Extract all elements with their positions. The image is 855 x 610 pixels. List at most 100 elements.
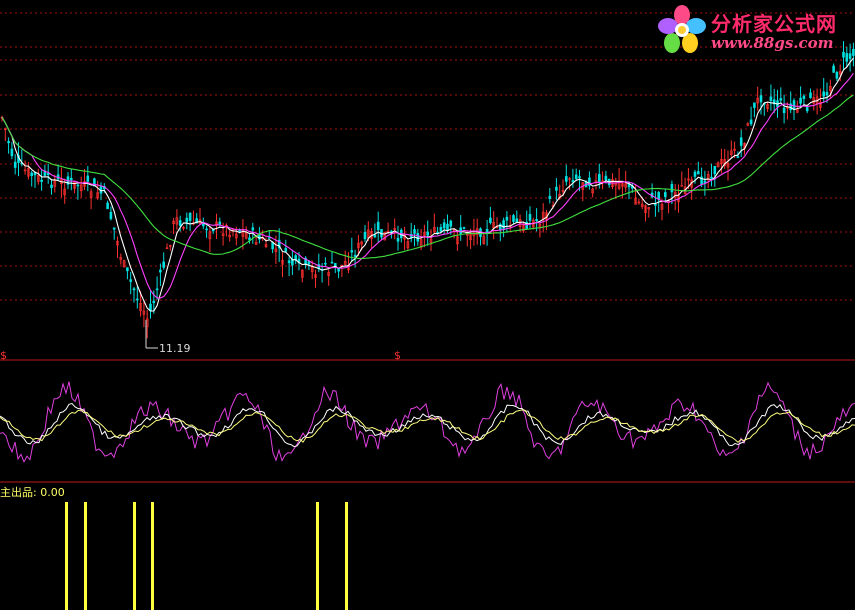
candle-body — [426, 231, 430, 236]
signal-bar — [133, 502, 136, 610]
candle-body — [548, 195, 552, 199]
candle-body — [330, 261, 334, 264]
candle-body — [30, 172, 34, 176]
candle-body — [680, 185, 684, 187]
candle-body — [713, 165, 717, 175]
signal-bar — [345, 502, 348, 610]
candle-body — [109, 211, 113, 220]
oscillator-panel — [0, 381, 855, 463]
candle-body — [759, 95, 763, 103]
oscillator-line — [0, 409, 855, 443]
candle-body — [50, 184, 53, 189]
signal-label: 主出品: 0.00 — [0, 486, 65, 499]
candle-body — [574, 174, 578, 180]
candle-body — [7, 141, 10, 144]
signal-bar — [84, 502, 87, 610]
candle-body — [835, 72, 839, 79]
signal-bar — [65, 502, 68, 610]
candle-body — [597, 174, 601, 182]
candle-body — [162, 261, 165, 268]
candle-body — [396, 237, 400, 242]
candle-body — [185, 217, 189, 223]
candle-body — [442, 222, 446, 229]
candle-body — [218, 221, 222, 225]
logo-title: 分析家公式网 — [711, 12, 837, 36]
signal-bar — [151, 502, 154, 610]
signal-bar — [316, 502, 319, 610]
logo-url: www.88gs.com — [711, 34, 834, 52]
candle-body — [294, 255, 298, 260]
candle-body — [825, 92, 829, 96]
candle-body — [126, 267, 129, 272]
candle-body — [132, 288, 136, 291]
candle-body — [555, 186, 558, 191]
candle-body — [46, 172, 50, 175]
candle-body — [462, 227, 466, 229]
candle-body — [40, 179, 43, 182]
candle-body — [564, 176, 568, 182]
candle-body — [769, 96, 773, 101]
signal-bars — [65, 502, 348, 610]
candle-body — [779, 98, 783, 101]
dollar-marker: $ — [394, 349, 401, 362]
candle-body — [70, 177, 73, 181]
candle-body — [251, 227, 255, 231]
candle-body — [528, 214, 532, 221]
chart-canvas — [0, 12, 855, 610]
candle-body — [446, 223, 449, 231]
candle-body — [159, 269, 162, 273]
candle-body — [152, 300, 156, 304]
candle-body — [663, 192, 667, 198]
candle-body — [710, 176, 713, 179]
candle-body — [792, 100, 796, 109]
candle-body — [782, 107, 786, 114]
candle-body — [604, 175, 608, 181]
candle-body — [693, 171, 697, 177]
candle-body — [753, 102, 756, 108]
oscillator-line — [0, 381, 855, 463]
candle-body — [657, 192, 661, 200]
candle-body — [459, 227, 463, 234]
candle-body — [515, 218, 519, 223]
candle-body — [413, 229, 416, 234]
candle-body — [155, 288, 159, 291]
candle-body — [736, 156, 740, 158]
candle-body — [670, 183, 674, 193]
candle-body — [376, 221, 380, 231]
candle-body — [799, 97, 802, 104]
moving-average-lines — [1, 57, 854, 312]
candle-body — [136, 298, 139, 301]
candlestick-series — [0, 41, 855, 349]
candle-body — [106, 202, 109, 210]
candle-body — [809, 92, 812, 99]
candle-body — [86, 175, 90, 182]
candle-body — [832, 65, 835, 73]
candle-body — [284, 248, 288, 252]
candle-body — [353, 254, 357, 257]
candle-body — [363, 231, 367, 240]
candle-body — [129, 279, 132, 282]
candle-body — [178, 220, 182, 226]
candle-body — [571, 180, 575, 183]
candle-body — [188, 212, 192, 221]
candle-body — [749, 119, 753, 125]
candle-body — [449, 220, 453, 227]
candle-body — [10, 148, 14, 157]
candle-body — [373, 234, 377, 238]
candle-body — [76, 184, 80, 187]
candle-body — [416, 233, 420, 242]
candle-body — [267, 237, 271, 239]
moving-average-line — [1, 57, 854, 312]
candle-body — [205, 228, 208, 231]
flower-logo-icon — [658, 5, 706, 53]
candle-body — [287, 260, 291, 264]
candle-body — [696, 171, 700, 175]
site-logo: 分析家公式网 www.88gs.com — [655, 2, 855, 58]
candle-body — [739, 137, 743, 146]
candle-body — [578, 176, 581, 179]
candle-body — [505, 216, 509, 221]
candle-body — [535, 219, 538, 222]
candle-body — [13, 161, 17, 168]
candle-body — [805, 107, 809, 112]
candle-body — [654, 204, 657, 206]
